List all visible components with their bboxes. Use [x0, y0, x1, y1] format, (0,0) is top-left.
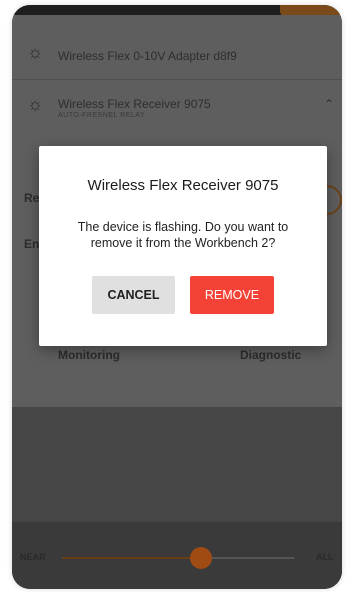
lightbulb-icon: ☼	[26, 42, 44, 62]
lightbulb-icon: ☼	[26, 94, 44, 114]
slider-thumb[interactable]	[190, 547, 213, 569]
remove-button[interactable]: REMOVE	[190, 276, 274, 314]
ghost-label: Re	[24, 191, 40, 205]
chevron-up-icon[interactable]: ⌃	[324, 97, 334, 111]
dialog-title: Wireless Flex Receiver 9075	[87, 177, 279, 194]
diagnostic-tab[interactable]: Diagnostic	[240, 348, 301, 362]
slider-fill	[62, 557, 202, 559]
empty-area	[12, 407, 342, 522]
remove-device-dialog: Wireless Flex Receiver 9075 The device i…	[39, 146, 327, 346]
ghost-label: En	[24, 237, 40, 251]
device-name: Wireless Flex 0-10V Adapter d8f9	[58, 49, 237, 63]
device-name: Wireless Flex Receiver 9075	[58, 97, 211, 111]
divider	[12, 79, 342, 80]
device-subtitle: AUTO-FRESNEL RELAY	[58, 112, 146, 119]
slider-right-label: ALL	[316, 552, 334, 562]
device-row[interactable]: ☼ Wireless Flex Receiver 9075 AUTO-FRESN…	[12, 81, 342, 131]
device-row[interactable]: ☼ Wireless Flex 0-10V Adapter d8f9	[12, 29, 342, 79]
cancel-button[interactable]: CANCEL	[92, 276, 175, 314]
dialog-message: The device is flashing. Do you want to r…	[77, 220, 289, 250]
monitoring-tab[interactable]: Monitoring	[58, 348, 120, 362]
slider-left-label: NEAR	[20, 552, 46, 562]
range-slider-bar: NEAR ALL	[12, 522, 342, 589]
